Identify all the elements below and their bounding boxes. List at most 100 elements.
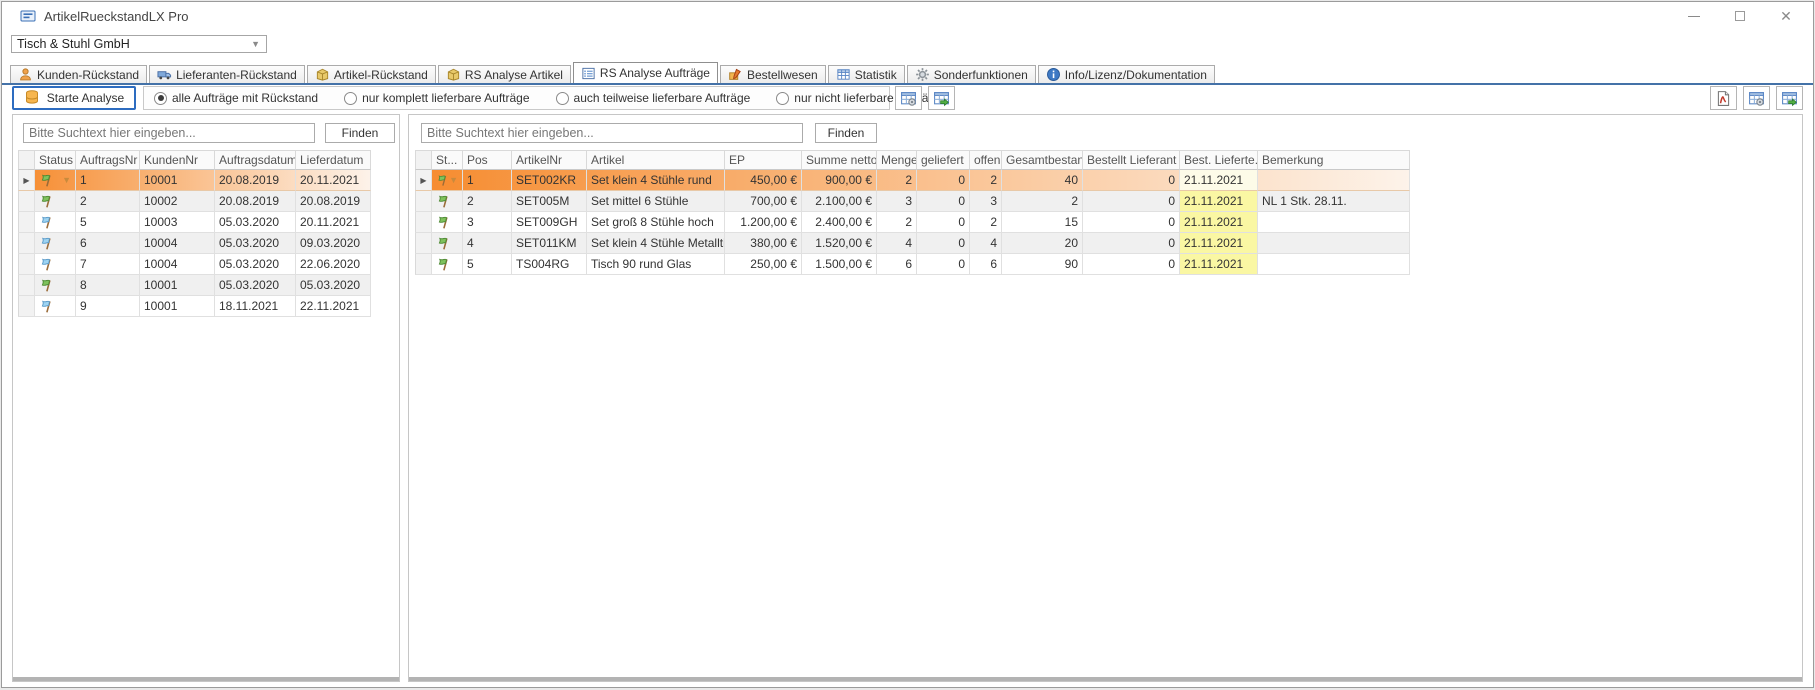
column-header[interactable]: geliefert [917, 150, 970, 170]
status-cell[interactable] [35, 233, 76, 254]
cell[interactable] [1258, 212, 1410, 233]
cell[interactable]: 0 [1083, 233, 1180, 254]
cell[interactable]: SET009GH [512, 212, 587, 233]
column-header[interactable]: St... [432, 150, 463, 170]
cell[interactable]: SET005M [512, 191, 587, 212]
table-row[interactable]: 71000405.03.202022.06.2020 [18, 254, 371, 275]
positions-hscrollbar[interactable] [409, 677, 1802, 681]
table-row[interactable]: ▶▼1SET002KRSet klein 4 Stühle rund450,00… [415, 170, 1410, 191]
company-selector[interactable]: Tisch & Stuhl GmbH ▼ [11, 35, 267, 53]
cell[interactable]: TS004RG [512, 254, 587, 275]
status-cell[interactable] [35, 296, 76, 317]
column-header[interactable]: Lieferdatum [296, 150, 371, 170]
radio-nur-komplett-lieferbare-aufträge[interactable]: nur komplett lieferbare Aufträge [344, 91, 529, 105]
cell[interactable]: SET011KM [512, 233, 587, 254]
cell[interactable]: 0 [917, 233, 970, 254]
cell[interactable]: 0 [917, 254, 970, 275]
cell[interactable]: 380,00 € [725, 233, 802, 254]
cell[interactable]: 0 [917, 212, 970, 233]
status-cell[interactable] [35, 275, 76, 296]
cell[interactable]: 1 [463, 170, 512, 191]
tab-rs-analyse-aufträge[interactable]: RS Analyse Aufträge [573, 62, 718, 83]
cell[interactable]: 0 [1083, 191, 1180, 212]
table-row[interactable]: 21000220.08.201920.08.2019 [18, 191, 371, 212]
status-cell[interactable] [35, 254, 76, 275]
grid-table-export-button[interactable] [928, 86, 955, 110]
cell[interactable]: Set klein 4 Stühle rund [587, 170, 725, 191]
cell[interactable]: 5 [76, 212, 140, 233]
column-header[interactable]: Bemerkung [1258, 150, 1410, 170]
cell[interactable]: 20.11.2021 [296, 170, 371, 191]
tab-sonderfunktionen[interactable]: Sonderfunktionen [907, 65, 1036, 83]
cell[interactable]: 05.03.2020 [215, 233, 296, 254]
positions-find-button[interactable]: Finden [815, 123, 877, 143]
status-cell[interactable]: ▼ [432, 170, 463, 191]
start-analysis-button[interactable]: Starte Analyse [12, 86, 136, 110]
cell[interactable]: Set mittel 6 Stühle [587, 191, 725, 212]
cell[interactable]: 1 [76, 170, 140, 191]
cell[interactable]: NL 1 Stk. 28.11. [1258, 191, 1410, 212]
cell[interactable]: 0 [917, 170, 970, 191]
cell[interactable]: 2 [76, 191, 140, 212]
column-header[interactable]: Summe netto [802, 150, 877, 170]
cell[interactable]: 21.11.2021 [1180, 212, 1258, 233]
cell[interactable]: 10001 [140, 296, 215, 317]
cell[interactable]: 6 [877, 254, 917, 275]
cell[interactable]: 4 [463, 233, 512, 254]
column-header[interactable]: EP [725, 150, 802, 170]
cell[interactable]: 6 [970, 254, 1002, 275]
cell[interactable]: 1.500,00 € [802, 254, 877, 275]
cell[interactable]: 4 [970, 233, 1002, 254]
cell[interactable]: 05.03.2020 [215, 275, 296, 296]
cell[interactable]: 10001 [140, 275, 215, 296]
cell[interactable] [1258, 170, 1410, 191]
column-header[interactable]: offen [970, 150, 1002, 170]
table-row[interactable]: 3SET009GHSet groß 8 Stühle hoch1.200,00 … [415, 212, 1410, 233]
cell[interactable]: 22.11.2021 [296, 296, 371, 317]
cell[interactable]: 900,00 € [802, 170, 877, 191]
chevron-down-icon[interactable]: ▼ [449, 175, 458, 185]
cell[interactable]: 8 [76, 275, 140, 296]
cell[interactable]: 2.100,00 € [802, 191, 877, 212]
table-row[interactable]: 61000405.03.202009.03.2020 [18, 233, 371, 254]
cell[interactable]: 20.11.2021 [296, 212, 371, 233]
column-header[interactable]: Status [35, 150, 76, 170]
cell[interactable]: 10003 [140, 212, 215, 233]
maximize-button[interactable] [1717, 2, 1763, 30]
cell[interactable]: 10004 [140, 254, 215, 275]
table-row[interactable]: 2SET005MSet mittel 6 Stühle700,00 €2.100… [415, 191, 1410, 212]
chevron-down-icon[interactable]: ▼ [62, 175, 71, 185]
table-row[interactable]: 91000118.11.202122.11.2021 [18, 296, 371, 317]
status-cell[interactable]: ▼ [35, 170, 76, 191]
cell[interactable]: 20.08.2019 [215, 170, 296, 191]
cell[interactable]: 450,00 € [725, 170, 802, 191]
cell[interactable]: 2.400,00 € [802, 212, 877, 233]
tab-rs-analyse-artikel[interactable]: RS Analyse Artikel [438, 65, 571, 83]
radio-alle-aufträge-mit-rückstand[interactable]: alle Aufträge mit Rückstand [154, 91, 318, 105]
cell[interactable]: 40 [1002, 170, 1083, 191]
table-row[interactable]: 51000305.03.202020.11.2021 [18, 212, 371, 233]
cell[interactable]: 3 [877, 191, 917, 212]
cell[interactable]: 2 [463, 191, 512, 212]
column-header[interactable]: Auftragsdatum [215, 150, 296, 170]
cell[interactable]: Set groß 8 Stühle hoch [587, 212, 725, 233]
cell[interactable]: 5 [463, 254, 512, 275]
column-header[interactable]: AuftragsNr [76, 150, 140, 170]
tab-statistik[interactable]: Statistik [828, 65, 905, 83]
cell[interactable]: 0 [917, 191, 970, 212]
tab-bestellwesen[interactable]: Bestellwesen [720, 65, 826, 83]
cell[interactable]: 2 [877, 212, 917, 233]
cell[interactable]: SET002KR [512, 170, 587, 191]
cell[interactable]: 9 [76, 296, 140, 317]
column-header[interactable]: KundenNr [140, 150, 215, 170]
cell[interactable]: Set klein 4 Stühle Metalltis... [587, 233, 725, 254]
cell[interactable]: 700,00 € [725, 191, 802, 212]
cell[interactable]: 10002 [140, 191, 215, 212]
cell[interactable]: 2 [877, 170, 917, 191]
cell[interactable]: 90 [1002, 254, 1083, 275]
cell[interactable]: 10004 [140, 233, 215, 254]
grid-table-settings-button[interactable] [895, 86, 922, 110]
cell[interactable]: 21.11.2021 [1180, 170, 1258, 191]
column-header[interactable]: Best. Lieferte... [1180, 150, 1258, 170]
positions-search-input[interactable] [421, 123, 803, 143]
